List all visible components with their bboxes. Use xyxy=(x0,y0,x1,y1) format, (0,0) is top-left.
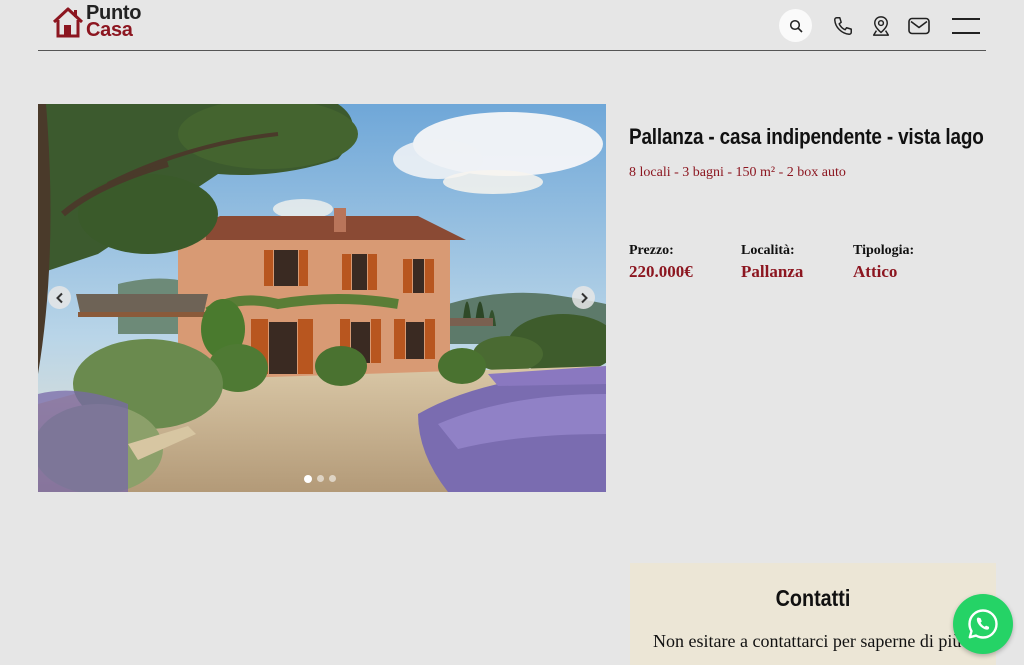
gallery-dots xyxy=(304,474,336,483)
phone-button[interactable] xyxy=(824,9,862,42)
listing-specs: Prezzo: 220.000€ Località: Pallanza Tipo… xyxy=(629,243,965,282)
spec-label: Località: xyxy=(741,243,795,258)
gallery-dot[interactable] xyxy=(317,475,324,482)
gallery-prev-button[interactable] xyxy=(48,286,71,309)
property-photo xyxy=(38,104,606,492)
whatsapp-button[interactable] xyxy=(953,594,1013,654)
menu-button[interactable] xyxy=(946,9,986,42)
spec-price: Prezzo: 220.000€ xyxy=(629,243,741,282)
spec-label: Tipologia: xyxy=(853,243,915,258)
property-gallery[interactable] xyxy=(38,104,606,492)
logo[interactable]: Punto Casa xyxy=(52,3,141,41)
contacts-box: Contatti Non esitare a contattarci per s… xyxy=(630,563,996,665)
contacts-text: Non esitare a contattarci per saperne di… xyxy=(653,631,962,651)
whatsapp-icon xyxy=(968,609,998,639)
chevron-right-icon xyxy=(580,292,588,303)
phone-icon xyxy=(834,16,852,35)
search-icon xyxy=(789,19,803,33)
site-header: Punto Casa xyxy=(38,0,986,51)
gallery-next-button[interactable] xyxy=(572,286,595,309)
menu-icon xyxy=(952,17,980,34)
spec-value: Pallanza xyxy=(741,262,804,281)
listing-subtitle: 8 locali - 3 bagni - 150 m² - 2 box auto xyxy=(629,165,846,180)
mail-button[interactable] xyxy=(900,9,938,42)
mail-icon xyxy=(908,17,930,34)
chevron-left-icon xyxy=(55,292,63,303)
house-logo-icon xyxy=(52,7,84,38)
gallery-dot[interactable] xyxy=(329,475,336,482)
contacts-title: Contatti xyxy=(775,585,851,611)
spec-value: 220.000€ xyxy=(629,262,693,281)
spec-value: Attico xyxy=(853,262,898,281)
location-pin-icon xyxy=(872,15,890,36)
spec-label: Prezzo: xyxy=(629,243,674,258)
logo-line-2: Casa xyxy=(86,19,133,41)
logo-text: Punto Casa xyxy=(86,3,141,41)
gallery-dot[interactable] xyxy=(304,474,312,483)
header-actions xyxy=(779,9,986,42)
search-button[interactable] xyxy=(779,9,812,42)
listing-title: Pallanza - casa indipendente - vista lag… xyxy=(629,124,984,149)
location-button[interactable] xyxy=(862,9,900,42)
spec-type: Tipologia: Attico xyxy=(853,243,965,282)
spec-location: Località: Pallanza xyxy=(741,243,853,282)
